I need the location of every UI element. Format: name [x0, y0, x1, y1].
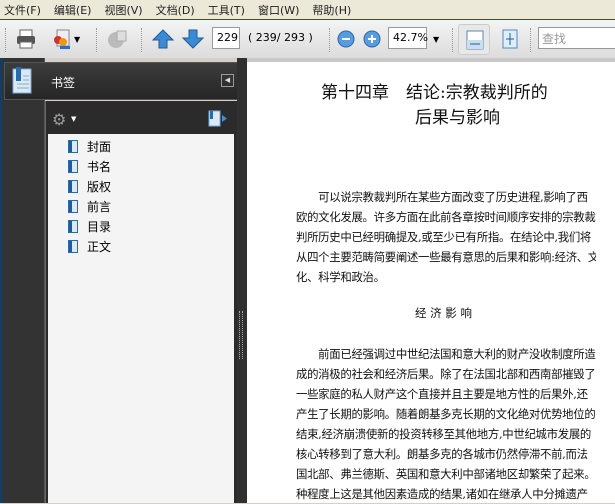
menu-file[interactable]: 文件(F) [4, 2, 41, 18]
toolbar-grip [5, 28, 7, 52]
zoom-in-icon[interactable] [363, 30, 381, 48]
bookmarks-icon[interactable] [12, 67, 34, 95]
paragraph: 前面已经强调过中世纪法国和意大利的财产没收制度所造 成的消极的社会和经济后果。除… [296, 347, 596, 501]
chapter-title: 第十四章 结论:宗教裁判所的 [321, 83, 548, 103]
expand-bookmark-icon[interactable] [208, 110, 228, 127]
bookmark-item[interactable]: 前言 [68, 196, 111, 216]
previous-page-icon[interactable] [152, 28, 174, 50]
bookmark-icon [68, 219, 78, 233]
toolbar: ▼ 229 ( 239∕ 293 ) 42.7% ▼ 查找 [0, 19, 615, 58]
share-users-icon[interactable] [50, 28, 72, 50]
bookmarks-panel-header: 书签 ◀ [4, 62, 238, 100]
menu-bar: 文件(F) 编辑(E) 视图(V) 文档(D) 工具(T) 窗口(W) 帮助(H… [0, 0, 615, 19]
search-input[interactable]: 查找 [538, 27, 615, 49]
zoom-out-icon[interactable] [337, 30, 355, 48]
panel-splitter[interactable] [237, 58, 247, 503]
gear-icon[interactable]: ⚙ [52, 110, 66, 129]
collaborate-icon [108, 30, 127, 48]
menu-document[interactable]: 文档(D) [156, 2, 195, 18]
section-heading: 经 济 影 响 [415, 306, 472, 320]
print-icon[interactable] [15, 28, 37, 50]
collapse-panel-button[interactable]: ◀ [221, 74, 234, 87]
bookmark-item[interactable]: 目录 [68, 216, 111, 236]
bookmark-list: 封面 书名 版权 前言 目录 正文 [48, 134, 234, 503]
chevron-down-icon[interactable]: ▼ [71, 115, 76, 123]
zoom-input[interactable]: 42.7% [388, 27, 428, 49]
bookmark-icon [68, 179, 78, 193]
fit-width-button[interactable] [458, 24, 490, 55]
separator [530, 28, 532, 52]
bookmark-icon [68, 159, 78, 173]
menu-help[interactable]: 帮助(H) [312, 2, 351, 18]
document-page: 第十四章 结论:宗教裁判所的 后果与影响 可以说宗教裁判所在某些方面改变了历史进… [247, 58, 615, 503]
bookmark-item[interactable]: 正文 [68, 236, 111, 256]
bookmark-item[interactable]: 书名 [68, 156, 111, 176]
bookmark-icon [68, 139, 78, 153]
page-count: ( 239∕ 293 ) [248, 31, 313, 44]
separator [329, 28, 331, 52]
navigation-pane-strip [0, 58, 45, 503]
chapter-title-line2: 后果与影响 [415, 108, 500, 128]
chevron-down-icon[interactable]: ▼ [74, 35, 80, 44]
fit-width-icon [466, 30, 484, 50]
separator [96, 28, 98, 52]
bookmark-icon [68, 199, 78, 213]
next-page-icon[interactable] [182, 28, 204, 50]
splitter-grip[interactable] [239, 311, 243, 359]
menu-view[interactable]: 视图(V) [104, 2, 142, 18]
page-number-input[interactable]: 229 [212, 27, 240, 49]
separator [452, 28, 454, 52]
paragraph: 可以说宗教裁判所在某些方面改变了历史进程,影响了西 欧的文化发展。许多方面在此前… [296, 190, 596, 284]
menu-tools[interactable]: 工具(T) [208, 2, 245, 18]
bookmark-icon [68, 239, 78, 253]
bookmark-item[interactable]: 封面 [68, 136, 111, 156]
menu-edit[interactable]: 编辑(E) [54, 2, 92, 18]
bookmark-item[interactable]: 版权 [68, 176, 111, 196]
fit-page-icon[interactable] [500, 29, 520, 49]
menu-window[interactable]: 窗口(W) [258, 2, 299, 18]
separator [141, 28, 143, 52]
panel-title: 书签 [51, 76, 76, 90]
zoom-dropdown-icon[interactable]: ▼ [433, 35, 439, 44]
